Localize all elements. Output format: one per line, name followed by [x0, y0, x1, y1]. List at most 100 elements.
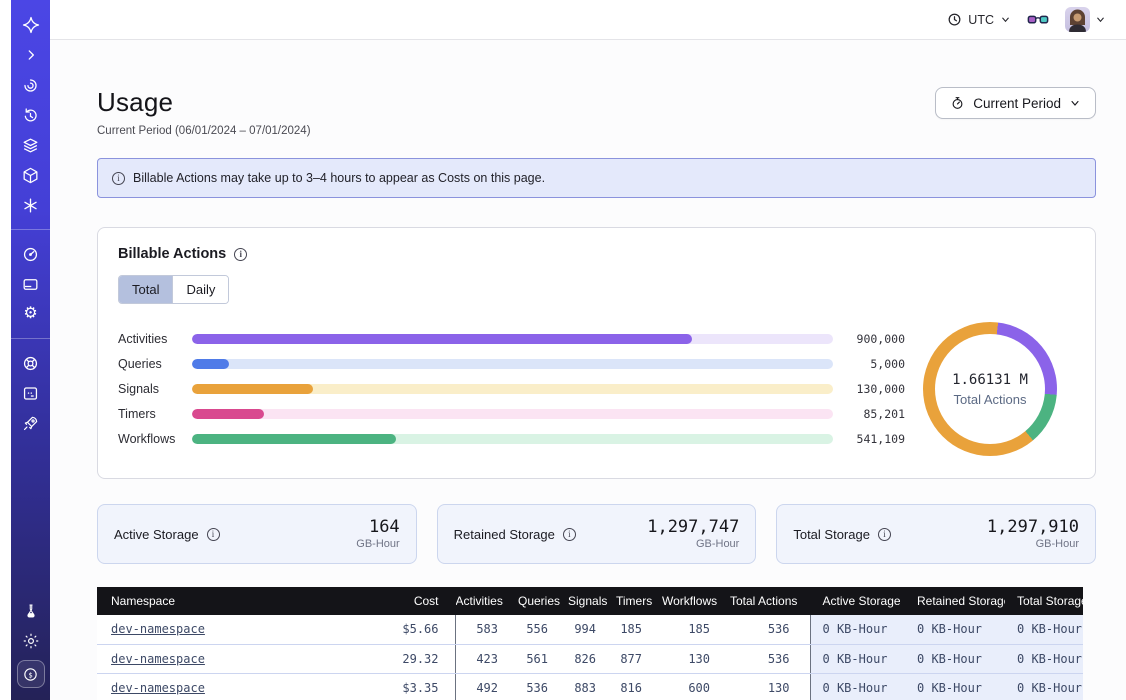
tab-daily[interactable]: Daily: [172, 276, 228, 303]
info-banner: i Billable Actions may take up to 3–4 ho…: [97, 158, 1096, 198]
sidebar-item-workflows[interactable]: [19, 74, 43, 96]
sidebar-item-billing[interactable]: [19, 273, 43, 295]
sidebar-item-home[interactable]: [19, 14, 43, 36]
info-icon: i: [112, 172, 125, 185]
info-icon[interactable]: i: [207, 528, 220, 541]
page-header: Usage Current Period (06/01/2024 – 07/01…: [97, 87, 1096, 137]
sidebar-item-schedules[interactable]: [19, 104, 43, 126]
column-header: Cost: [367, 587, 455, 615]
sidebar-item-docs[interactable]: [19, 382, 43, 404]
billable-actions-card: Billable Actions i Total Daily Activitie…: [97, 227, 1096, 479]
active-storage-value: 164: [356, 518, 399, 537]
namespace-usage-table-wrap: NamespaceCostActivitiesQueriesSignalsTim…: [97, 587, 1083, 700]
column-header: Queries: [518, 587, 568, 615]
sidebar-item-support[interactable]: [19, 352, 43, 374]
user-menu[interactable]: [1065, 7, 1106, 32]
active-storage-card: Active Storage i 164GB-Hour: [97, 504, 417, 564]
sidebar-item-namespaces[interactable]: [19, 134, 43, 156]
donut-chart-wrap: 1.66131 M Total Actions: [905, 322, 1075, 456]
chevron-right-icon: [24, 48, 38, 62]
active-storage-unit: GB-Hour: [356, 538, 399, 550]
settings-gear-icon: ⚙: [23, 306, 37, 322]
deployments-cube-icon: [21, 166, 40, 185]
content: Usage Current Period (06/01/2024 – 07/01…: [50, 40, 1126, 700]
dollar-coin-icon: $: [22, 666, 39, 683]
tab-total[interactable]: Total: [119, 276, 172, 303]
total-storage-value: 1,297,910: [987, 518, 1079, 537]
sidebar: ⚙ $: [11, 0, 50, 700]
timezone-selector[interactable]: UTC: [947, 12, 1011, 27]
info-icon[interactable]: i: [878, 528, 891, 541]
retained-storage-card: Retained Storagei 1,297,747GB-Hour: [437, 504, 757, 564]
usage-table-body: dev-namespace$5.665835569941851855360 KB…: [97, 615, 1083, 700]
column-header: Total Actions: [730, 587, 810, 615]
donut-total-label: Total Actions: [954, 392, 1027, 407]
storage-summary-row: Active Storagei 164GB-Hour Retained Stor…: [97, 504, 1096, 564]
sun-icon: [22, 632, 40, 650]
sidebar-item-pricing[interactable]: $: [17, 660, 45, 688]
billable-actions-chart: Activities900,000 Queries5,000 Signals13…: [118, 322, 1075, 456]
active-storage-label: Active Storage: [114, 527, 199, 542]
svg-text:$: $: [28, 670, 32, 679]
column-header: Workflows: [662, 587, 730, 615]
bar-row-signals: Signals130,000: [118, 377, 905, 402]
main-area: UTC Usage Current Period (06/01/2024 – 0…: [50, 0, 1126, 700]
info-icon[interactable]: i: [234, 248, 247, 261]
namespace-link[interactable]: dev-namespace: [111, 681, 205, 695]
sidebar-item-usage[interactable]: [19, 243, 43, 265]
chevron-down-icon: [1069, 97, 1081, 109]
page-subtitle: Current Period (06/01/2024 – 07/01/2024): [97, 125, 311, 137]
sidebar-item-labs[interactable]: [19, 600, 43, 622]
labs-flask-icon: [22, 602, 40, 620]
namespaces-layers-icon: [21, 136, 40, 155]
column-header: Activities: [455, 587, 518, 615]
chevron-down-icon: [1000, 14, 1011, 25]
theme-toggle[interactable]: [19, 630, 43, 652]
table-row: dev-namespace29.324235618268771305360 KB…: [97, 644, 1083, 673]
support-lifebuoy-icon: [21, 354, 40, 373]
namespace-link[interactable]: dev-namespace: [111, 652, 205, 666]
bar-row-queries: Queries5,000: [118, 352, 905, 377]
docs-terminal-icon: [21, 384, 40, 403]
bar-row-activities: Activities900,000: [118, 327, 905, 352]
bar-row-timers: Timers85,201: [118, 402, 905, 427]
sidebar-divider: [11, 229, 50, 230]
table-row: dev-namespace$5.665835569941851855360 KB…: [97, 615, 1083, 644]
page-title: Usage: [97, 87, 311, 118]
column-header: Namespace: [97, 587, 367, 615]
period-selector-button[interactable]: Current Period: [935, 87, 1096, 119]
sidebar-item-nexus[interactable]: [19, 194, 43, 216]
sidebar-item-settings[interactable]: ⚙: [19, 303, 43, 325]
sidebar-item-getting-started[interactable]: [19, 412, 43, 434]
topbar: UTC: [50, 0, 1126, 40]
retained-storage-unit: GB-Hour: [647, 538, 739, 550]
info-icon[interactable]: i: [563, 528, 576, 541]
timezone-label: UTC: [968, 13, 994, 27]
avatar: [1065, 7, 1090, 32]
glasses-icon: [1027, 12, 1049, 28]
retained-storage-label: Retained Storage: [454, 527, 555, 542]
usage-gauge-icon: [21, 245, 40, 264]
feedback-button[interactable]: [1027, 12, 1049, 28]
column-header: Retained Storage: [905, 587, 1005, 615]
table-header-row: NamespaceCostActivitiesQueriesSignalsTim…: [97, 587, 1083, 615]
bar-chart: Activities900,000 Queries5,000 Signals13…: [118, 327, 905, 452]
billable-view-tabs: Total Daily: [118, 275, 229, 304]
period-selector-label: Current Period: [973, 96, 1061, 111]
table-row: dev-namespace$3.354925368838166001300 KB…: [97, 673, 1083, 700]
app-window: ⚙ $ UTC: [0, 0, 1126, 700]
column-header: Total Storage: [1005, 587, 1083, 615]
donut-total-value: 1.66131 M: [952, 372, 1028, 388]
clock-icon: [947, 12, 962, 27]
sidebar-item-deployments[interactable]: [19, 164, 43, 186]
sidebar-collapse-toggle[interactable]: [19, 44, 43, 66]
workflows-icon: [21, 76, 40, 95]
nexus-asterisk-icon: [21, 196, 40, 215]
total-actions-donut: 1.66131 M Total Actions: [923, 322, 1057, 456]
column-header: Signals: [568, 587, 616, 615]
column-header: Timers: [616, 587, 662, 615]
namespace-usage-table: NamespaceCostActivitiesQueriesSignalsTim…: [97, 587, 1083, 700]
namespace-link[interactable]: dev-namespace: [111, 622, 205, 636]
bar-row-workflows: Workflows541,109: [118, 427, 905, 452]
billing-card-icon: [21, 275, 40, 294]
